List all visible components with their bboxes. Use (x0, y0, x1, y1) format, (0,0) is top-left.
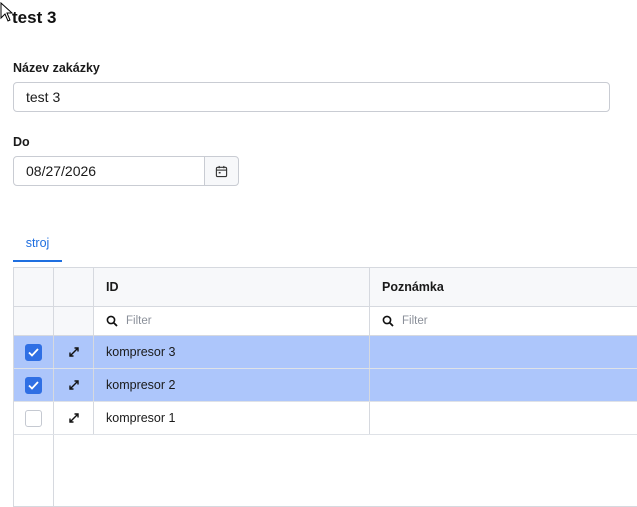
filter-placeholder: Filter (402, 315, 428, 327)
table-row[interactable]: kompresor 1 (14, 402, 637, 435)
cell-id[interactable]: kompresor 1 (94, 402, 370, 434)
expand-button[interactable] (54, 402, 94, 434)
expand-icon (68, 413, 79, 423)
filter-spacer-2 (54, 307, 94, 335)
calendar-icon (215, 165, 228, 177)
row-select-cell[interactable] (14, 336, 54, 368)
expand-button[interactable] (54, 369, 94, 401)
expand-icon (68, 380, 79, 390)
column-header-id[interactable]: ID (94, 268, 370, 306)
row-select-cell[interactable] (14, 369, 54, 401)
row-select-cell[interactable] (14, 402, 54, 434)
filter-spacer-1 (14, 307, 54, 335)
cell-id[interactable]: kompresor 3 (94, 336, 370, 368)
check-icon (28, 347, 39, 357)
cell-note[interactable] (370, 402, 637, 434)
date-label: Do (13, 135, 30, 149)
empty-cell (14, 435, 54, 506)
cell-note[interactable] (370, 336, 637, 368)
grid-header-row: ID Poznámka (14, 268, 637, 307)
row-checkbox[interactable] (25, 343, 42, 361)
check-icon (28, 380, 39, 390)
name-input[interactable]: test 3 (13, 82, 610, 112)
date-input[interactable]: 08/27/2026 (13, 156, 205, 186)
grid-filter-row: Filter Filter (14, 307, 637, 336)
row-checkbox[interactable] (25, 409, 42, 427)
header-select-cell[interactable] (14, 268, 54, 306)
cell-id[interactable]: kompresor 2 (94, 369, 370, 401)
search-icon (382, 315, 394, 327)
row-checkbox[interactable] (25, 376, 42, 394)
name-label: Název zakázky (13, 61, 100, 75)
filter-placeholder: Filter (126, 315, 152, 327)
tab-stroj[interactable]: stroj (13, 232, 62, 262)
cell-note[interactable] (370, 369, 637, 401)
grid-empty-area (14, 435, 637, 506)
id-filter-input[interactable]: Filter (94, 307, 370, 335)
search-icon (106, 315, 118, 327)
table-row[interactable]: kompresor 2 (14, 369, 637, 402)
column-header-note[interactable]: Poznámka (370, 268, 637, 306)
header-action-cell (54, 268, 94, 306)
data-grid: ID Poznámka Filter Filter kompresor 3 ko… (13, 267, 637, 507)
expand-icon (68, 347, 79, 357)
page-title: test 3 (12, 8, 57, 27)
expand-button[interactable] (54, 336, 94, 368)
empty-cell (54, 435, 94, 506)
table-row[interactable]: kompresor 3 (14, 336, 637, 369)
note-filter-input[interactable]: Filter (370, 307, 637, 335)
date-picker-button[interactable] (204, 156, 239, 186)
